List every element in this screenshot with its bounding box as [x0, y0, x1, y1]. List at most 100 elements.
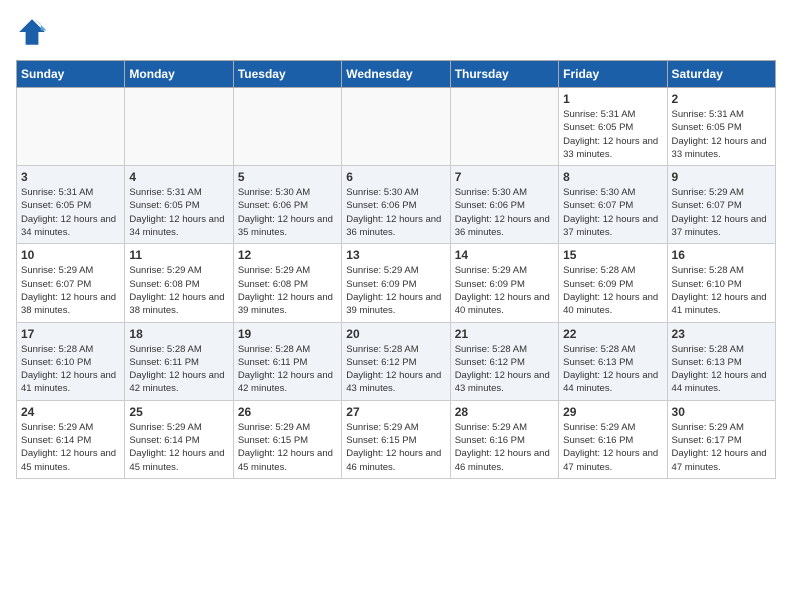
day-info: Sunrise: 5:30 AM Sunset: 6:07 PM Dayligh…: [563, 186, 662, 239]
calendar-cell: 5Sunrise: 5:30 AM Sunset: 6:06 PM Daylig…: [233, 166, 341, 244]
calendar-cell: 1 Sunrise: 5:31 AM Sunset: 6:05 PM Daylig…: [559, 88, 667, 166]
day-info: Sunrise: 5:31 AM Sunset: 6:05 PM Dayligh…: [563, 108, 662, 161]
day-number: 27: [346, 405, 445, 419]
calendar-cell: [17, 88, 125, 166]
day-info: Sunrise: 5:28 AM Sunset: 6:12 PM Dayligh…: [346, 343, 445, 396]
calendar-weekday-monday: Monday: [125, 61, 233, 88]
day-info: Sunrise: 5:29 AM Sunset: 6:17 PM Dayligh…: [672, 421, 771, 474]
day-info: Sunrise: 5:29 AM Sunset: 6:08 PM Dayligh…: [129, 264, 228, 317]
day-info: Sunrise: 5:29 AM Sunset: 6:08 PM Dayligh…: [238, 264, 337, 317]
day-number: 15: [563, 248, 662, 262]
calendar-weekday-tuesday: Tuesday: [233, 61, 341, 88]
calendar-cell: 10Sunrise: 5:29 AM Sunset: 6:07 PM Dayli…: [17, 244, 125, 322]
day-number: 30: [672, 405, 771, 419]
day-number: 14: [455, 248, 554, 262]
day-info: Sunrise: 5:29 AM Sunset: 6:16 PM Dayligh…: [455, 421, 554, 474]
day-number: 29: [563, 405, 662, 419]
calendar-cell: 19 Sunrise: 5:28 AM Sunset: 6:11 PM Dayli…: [233, 322, 341, 400]
calendar-cell: 16Sunrise: 5:28 AM Sunset: 6:10 PM Dayli…: [667, 244, 775, 322]
page: SundayMondayTuesdayWednesdayThursdayFrid…: [0, 0, 792, 495]
calendar-cell: 7 Sunrise: 5:30 AM Sunset: 6:06 PM Daylig…: [450, 166, 558, 244]
calendar-cell: 22Sunrise: 5:28 AM Sunset: 6:13 PM Dayli…: [559, 322, 667, 400]
day-number: 13: [346, 248, 445, 262]
day-number: 20: [346, 327, 445, 341]
day-number: 7: [455, 170, 554, 184]
calendar-cell: 23 Sunrise: 5:28 AM Sunset: 6:13 PM Dayli…: [667, 322, 775, 400]
day-number: 26: [238, 405, 337, 419]
day-info: Sunrise: 5:29 AM Sunset: 6:14 PM Dayligh…: [129, 421, 228, 474]
day-info: Sunrise: 5:29 AM Sunset: 6:07 PM Dayligh…: [21, 264, 120, 317]
day-info: Sunrise: 5:30 AM Sunset: 6:06 PM Dayligh…: [238, 186, 337, 239]
day-number: 21: [455, 327, 554, 341]
day-number: 8: [563, 170, 662, 184]
day-number: 12: [238, 248, 337, 262]
calendar-cell: [342, 88, 450, 166]
calendar-cell: 6 Sunrise: 5:30 AM Sunset: 6:06 PM Daylig…: [342, 166, 450, 244]
calendar-cell: 21 Sunrise: 5:28 AM Sunset: 6:12 PM Dayli…: [450, 322, 558, 400]
day-number: 28: [455, 405, 554, 419]
day-info: Sunrise: 5:29 AM Sunset: 6:07 PM Dayligh…: [672, 186, 771, 239]
day-info: Sunrise: 5:28 AM Sunset: 6:13 PM Dayligh…: [672, 343, 771, 396]
day-info: Sunrise: 5:29 AM Sunset: 6:15 PM Dayligh…: [238, 421, 337, 474]
calendar-table: SundayMondayTuesdayWednesdayThursdayFrid…: [16, 60, 776, 479]
day-number: 16: [672, 248, 771, 262]
calendar-cell: 30 Sunrise: 5:29 AM Sunset: 6:17 PM Dayli…: [667, 400, 775, 478]
day-number: 23: [672, 327, 771, 341]
day-info: Sunrise: 5:30 AM Sunset: 6:06 PM Dayligh…: [346, 186, 445, 239]
day-info: Sunrise: 5:30 AM Sunset: 6:06 PM Dayligh…: [455, 186, 554, 239]
day-info: Sunrise: 5:31 AM Sunset: 6:05 PM Dayligh…: [21, 186, 120, 239]
day-info: Sunrise: 5:29 AM Sunset: 6:15 PM Dayligh…: [346, 421, 445, 474]
day-number: 3: [21, 170, 120, 184]
day-number: 25: [129, 405, 228, 419]
calendar-cell: 8 Sunrise: 5:30 AM Sunset: 6:07 PM Daylig…: [559, 166, 667, 244]
day-info: Sunrise: 5:28 AM Sunset: 6:12 PM Dayligh…: [455, 343, 554, 396]
day-info: Sunrise: 5:29 AM Sunset: 6:14 PM Dayligh…: [21, 421, 120, 474]
day-number: 19: [238, 327, 337, 341]
day-number: 4: [129, 170, 228, 184]
calendar-week-1: 3 Sunrise: 5:31 AM Sunset: 6:05 PM Daylig…: [17, 166, 776, 244]
calendar-cell: 2 Sunrise: 5:31 AM Sunset: 6:05 PM Daylig…: [667, 88, 775, 166]
calendar-cell: 15 Sunrise: 5:28 AM Sunset: 6:09 PM Dayli…: [559, 244, 667, 322]
calendar-cell: 27 Sunrise: 5:29 AM Sunset: 6:15 PM Dayli…: [342, 400, 450, 478]
day-info: Sunrise: 5:28 AM Sunset: 6:09 PM Dayligh…: [563, 264, 662, 317]
day-info: Sunrise: 5:28 AM Sunset: 6:11 PM Dayligh…: [238, 343, 337, 396]
day-info: Sunrise: 5:28 AM Sunset: 6:13 PM Dayligh…: [563, 343, 662, 396]
day-info: Sunrise: 5:29 AM Sunset: 6:09 PM Dayligh…: [455, 264, 554, 317]
calendar-week-0: 1 Sunrise: 5:31 AM Sunset: 6:05 PM Daylig…: [17, 88, 776, 166]
day-number: 17: [21, 327, 120, 341]
day-info: Sunrise: 5:29 AM Sunset: 6:16 PM Dayligh…: [563, 421, 662, 474]
calendar-cell: 28 Sunrise: 5:29 AM Sunset: 6:16 PM Dayli…: [450, 400, 558, 478]
day-number: 24: [21, 405, 120, 419]
day-number: 11: [129, 248, 228, 262]
calendar-cell: 17Sunrise: 5:28 AM Sunset: 6:10 PM Dayli…: [17, 322, 125, 400]
day-number: 2: [672, 92, 771, 106]
calendar-weekday-friday: Friday: [559, 61, 667, 88]
calendar-cell: 11 Sunrise: 5:29 AM Sunset: 6:08 PM Dayli…: [125, 244, 233, 322]
calendar-weekday-wednesday: Wednesday: [342, 61, 450, 88]
calendar-cell: 9 Sunrise: 5:29 AM Sunset: 6:07 PM Daylig…: [667, 166, 775, 244]
day-info: Sunrise: 5:31 AM Sunset: 6:05 PM Dayligh…: [129, 186, 228, 239]
calendar-weekday-thursday: Thursday: [450, 61, 558, 88]
day-number: 1: [563, 92, 662, 106]
logo: [16, 16, 52, 48]
calendar-cell: 14 Sunrise: 5:29 AM Sunset: 6:09 PM Dayli…: [450, 244, 558, 322]
calendar-cell: 25 Sunrise: 5:29 AM Sunset: 6:14 PM Dayli…: [125, 400, 233, 478]
day-info: Sunrise: 5:31 AM Sunset: 6:05 PM Dayligh…: [672, 108, 771, 161]
logo-icon: [16, 16, 48, 48]
day-number: 6: [346, 170, 445, 184]
day-info: Sunrise: 5:28 AM Sunset: 6:11 PM Dayligh…: [129, 343, 228, 396]
calendar-header-row: SundayMondayTuesdayWednesdayThursdayFrid…: [17, 61, 776, 88]
calendar-cell: [233, 88, 341, 166]
calendar-cell: 20 Sunrise: 5:28 AM Sunset: 6:12 PM Dayli…: [342, 322, 450, 400]
calendar-cell: 18 Sunrise: 5:28 AM Sunset: 6:11 PM Dayli…: [125, 322, 233, 400]
calendar-weekday-sunday: Sunday: [17, 61, 125, 88]
calendar-cell: 26 Sunrise: 5:29 AM Sunset: 6:15 PM Dayli…: [233, 400, 341, 478]
calendar-cell: 29 Sunrise: 5:29 AM Sunset: 6:16 PM Dayli…: [559, 400, 667, 478]
calendar-cell: [450, 88, 558, 166]
day-number: 18: [129, 327, 228, 341]
calendar-week-4: 24 Sunrise: 5:29 AM Sunset: 6:14 PM Dayli…: [17, 400, 776, 478]
calendar-cell: 4 Sunrise: 5:31 AM Sunset: 6:05 PM Daylig…: [125, 166, 233, 244]
calendar-cell: 13Sunrise: 5:29 AM Sunset: 6:09 PM Dayli…: [342, 244, 450, 322]
calendar-week-3: 17Sunrise: 5:28 AM Sunset: 6:10 PM Dayli…: [17, 322, 776, 400]
day-number: 9: [672, 170, 771, 184]
